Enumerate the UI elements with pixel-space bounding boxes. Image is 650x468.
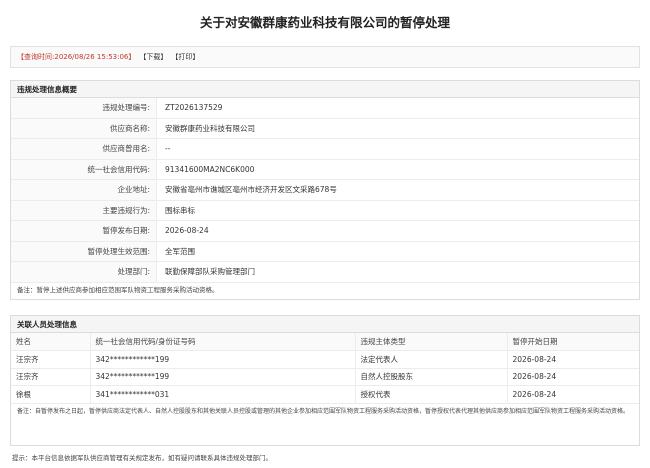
cell-name: 徐根 bbox=[11, 385, 91, 404]
col-header-id: 统一社会信用代码/身份证号码 bbox=[90, 333, 356, 351]
page-title: 关于对安徽群康药业科技有限公司的暂停处理 bbox=[199, 15, 450, 30]
kv-row: 主要违规行为: 围标串标 bbox=[11, 200, 639, 221]
kv-label: 供应商名称: bbox=[11, 118, 157, 138]
kv-row: 企业地址: 安徽省亳州市谯城区亳州市经济开发区文采路678号 bbox=[11, 180, 639, 201]
kv-value: 91341600MA2NC6K000 bbox=[165, 164, 255, 174]
cell-name: 汪宗齐 bbox=[11, 350, 91, 369]
kv-row: 暂停处理生效范围: 全军范围 bbox=[11, 241, 639, 262]
cell-type: 自然人控股股东 bbox=[355, 368, 508, 386]
cell-type: 法定代表人 bbox=[355, 350, 508, 369]
kv-row: 统一社会信用代码: 91341600MA2NC6K000 bbox=[11, 159, 639, 180]
kv-value: 2026-08-24 bbox=[165, 226, 209, 235]
summary-panel: 违规处理信息概要 违规处理编号: ZT2026137529 供应商名称: 安徽群康药… bbox=[10, 80, 640, 300]
query-time-value: 2026/08/26 15:53:06 bbox=[54, 53, 129, 61]
kv-row: 处理部门: 联勤保障部队采购管理部门 bbox=[11, 262, 639, 283]
summary-header: 违规处理信息概要 bbox=[11, 81, 639, 98]
kv-label: 供应商曾用名: bbox=[11, 139, 157, 159]
query-time-label: 【查询时间: bbox=[17, 53, 55, 61]
col-header-type: 违规主体类型 bbox=[355, 333, 508, 351]
footer-tip: 提示：本平台信息依据军队供应商管理有关规定发布，如有疑问请联系具体违规处理部门。 bbox=[12, 454, 272, 462]
query-time-close: 】 bbox=[128, 53, 136, 61]
kv-value: 围标串标 bbox=[165, 205, 195, 215]
kv-label: 企业地址: bbox=[11, 180, 157, 200]
cell-id: 342************199 bbox=[90, 368, 356, 386]
kv-row: 供应商名称: 安徽群康药业科技有限公司 bbox=[11, 118, 639, 139]
cell-date: 2026-08-24 bbox=[507, 385, 639, 404]
cell-date: 2026-08-24 bbox=[507, 368, 639, 386]
table-row: 汪宗齐 342************199 自然人控股股东 2026-08-2… bbox=[11, 368, 639, 386]
kv-value: 安徽省亳州市谯城区亳州市经济开发区文采路678号 bbox=[165, 185, 337, 194]
related-note: 备注：自暂停发布之日起，暂停供应商法定代表人、自然人控股股东和其他关联人员控股或… bbox=[17, 407, 630, 415]
cell-id: 341************031 bbox=[90, 385, 356, 404]
kv-label: 暂停处理生效范围: bbox=[11, 241, 157, 261]
cell-name: 汪宗齐 bbox=[11, 368, 91, 386]
related-panel: 关联人员处理信息 姓名 统一社会信用代码/身份证号码 违规主体类型 暂停开始日期… bbox=[10, 315, 640, 446]
kv-value: 全军范围 bbox=[165, 246, 195, 256]
table-row: 汪宗齐 342************199 法定代表人 2026-08-24 bbox=[11, 350, 639, 369]
kv-row: 供应商曾用名: -- bbox=[11, 139, 639, 160]
col-header-date: 暂停开始日期 bbox=[507, 333, 639, 351]
kv-label: 暂停发布日期: bbox=[11, 221, 157, 241]
kv-value: ZT2026137529 bbox=[165, 103, 223, 112]
kv-label: 违规处理编号: bbox=[11, 98, 157, 118]
cell-type: 授权代表 bbox=[355, 385, 508, 404]
summary-rows: 违规处理编号: ZT2026137529 供应商名称: 安徽群康药业科技有限公司 供… bbox=[11, 98, 639, 283]
summary-note: 备注：暂停上述供应商参加相应范围军队物资工程服务采购活动资格。 bbox=[17, 285, 219, 294]
table-header-row: 姓名 统一社会信用代码/身份证号码 违规主体类型 暂停开始日期 bbox=[11, 333, 639, 351]
kv-value: -- bbox=[165, 144, 171, 153]
related-header: 关联人员处理信息 bbox=[11, 316, 639, 333]
download-link[interactable]: 【下载】 bbox=[139, 52, 167, 62]
related-table: 姓名 统一社会信用代码/身份证号码 违规主体类型 暂停开始日期 汪宗齐 342*… bbox=[11, 333, 639, 404]
kv-value: 联勤保障部队采购管理部门 bbox=[165, 267, 255, 276]
print-link[interactable]: 【打印】 bbox=[171, 52, 199, 62]
kv-label: 处理部门: bbox=[11, 262, 157, 282]
col-header-name: 姓名 bbox=[11, 333, 91, 351]
kv-value: 安徽群康药业科技有限公司 bbox=[165, 123, 255, 133]
kv-row: 暂停发布日期: 2026-08-24 bbox=[11, 221, 639, 242]
kv-label: 统一社会信用代码: bbox=[11, 159, 157, 179]
toolbar: 【查询时间: 2026/08/26 15:53:06 】 【下载】 【打印】 bbox=[10, 46, 640, 68]
table-row: 徐根 341************031 授权代表 2026-08-24 bbox=[11, 385, 639, 404]
kv-label: 主要违规行为: bbox=[11, 200, 157, 220]
cell-date: 2026-08-24 bbox=[507, 350, 639, 369]
cell-id: 342************199 bbox=[90, 350, 356, 369]
kv-row: 违规处理编号: ZT2026137529 bbox=[11, 98, 639, 119]
